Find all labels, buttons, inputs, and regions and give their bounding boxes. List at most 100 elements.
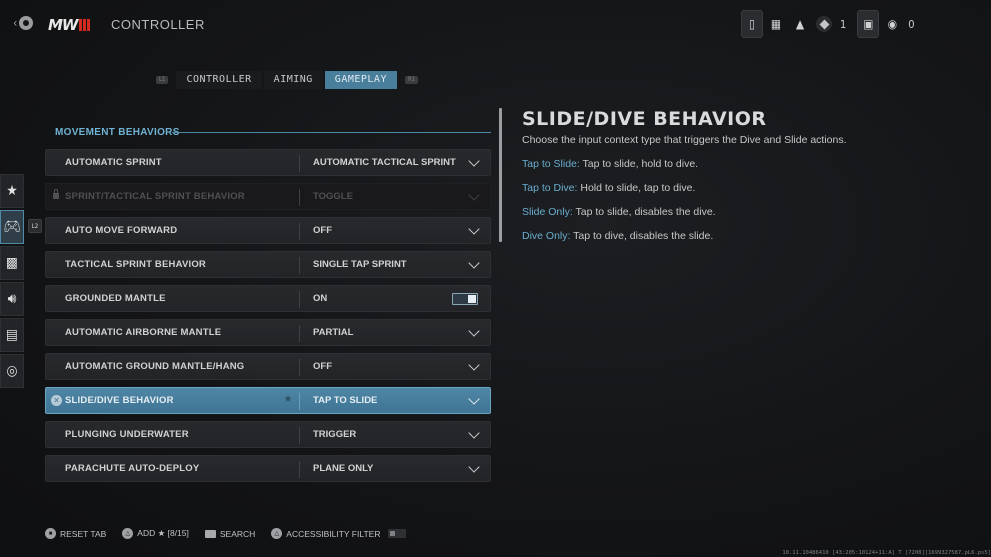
rail-item-favorites[interactable]: ★ xyxy=(0,174,24,208)
chevron-down-icon xyxy=(468,257,480,269)
setting-label: AUTOMATIC AIRBORNE MANTLE xyxy=(65,327,222,338)
setting-row-auto-move-forward[interactable]: AUTO MOVE FORWARD OFF xyxy=(45,217,491,244)
setting-value: AUTOMATIC TACTICAL SPRINT xyxy=(313,157,456,168)
option-key: Tap to Dive: xyxy=(522,182,578,194)
setting-row-sprint-tactical-sprint-behavior: SPRINT/TACTICAL SPRINT BEHAVIOR TOGGLE xyxy=(45,183,491,210)
setting-label: AUTO MOVE FORWARD xyxy=(65,225,178,236)
star-icon: ★ xyxy=(6,183,18,199)
friends-icon[interactable]: ◉ xyxy=(881,12,903,36)
setting-value: ON xyxy=(313,293,328,304)
search-button[interactable]: SEARCH xyxy=(204,528,256,539)
game-logo: MW xyxy=(48,16,91,34)
gamepad-icon: 🎮︎ xyxy=(3,219,21,235)
cross-button-icon: ✕ xyxy=(51,395,62,406)
chevron-down-icon xyxy=(468,325,480,337)
row-divider xyxy=(299,291,300,308)
l2-badge: L2 xyxy=(28,219,42,233)
header: ‹ MW CONTROLLER ▯ ▦ ▲ 1 ▣ ◉ 0 xyxy=(0,0,991,50)
add-favorite-label: ADD ★ [8/15] xyxy=(137,528,189,538)
chevron-left-icon: ‹ xyxy=(13,16,18,30)
player-card-icon[interactable]: ▣ xyxy=(857,10,880,38)
option-key: Tap to Slide: xyxy=(522,158,580,170)
accessibility-filter-toggle[interactable] xyxy=(388,529,407,538)
section-title: MOVEMENT BEHAVIORS xyxy=(55,127,180,138)
list-scrollbar[interactable] xyxy=(499,108,502,242)
row-divider xyxy=(299,461,300,478)
setting-label: PLUNGING UNDERWATER xyxy=(65,429,189,440)
row-divider xyxy=(299,427,300,444)
setting-row-automatic-sprint[interactable]: AUTOMATIC SPRINT AUTOMATIC TACTICAL SPRI… xyxy=(45,149,491,176)
toggle-knob xyxy=(468,295,476,303)
chevron-down-icon xyxy=(468,155,480,167)
speaker-icon: 🔊︎ xyxy=(7,291,17,307)
setting-row-parachute-auto-deploy[interactable]: PARACHUTE AUTO-DEPLOY PLANE ONLY xyxy=(45,455,491,482)
description-option: Tap to Dive: Hold to slide, tap to dive. xyxy=(522,182,942,194)
tab-bar: L1 CONTROLLER AIMING GAMEPLAY R1 xyxy=(150,71,424,89)
rail-item-controller[interactable]: 🎮︎ xyxy=(0,210,24,244)
rail-item-interface[interactable]: ▤ xyxy=(0,318,24,352)
row-divider xyxy=(299,325,300,342)
setting-label: SPRINT/TACTICAL SPRINT BEHAVIOR xyxy=(65,191,245,202)
grounded-mantle-toggle[interactable] xyxy=(452,293,478,305)
description-panel: SLIDE/DIVE BEHAVIOR Choose the input con… xyxy=(522,108,942,242)
option-key: Slide Only: xyxy=(522,206,573,218)
page-title: CONTROLLER xyxy=(111,17,205,32)
setting-label: PARACHUTE AUTO-DEPLOY xyxy=(65,463,200,474)
settings-list: AUTOMATIC SPRINT AUTOMATIC TACTICAL SPRI… xyxy=(45,149,491,489)
option-text: Tap to slide, disables the dive. xyxy=(572,206,716,218)
accessibility-filter-button[interactable]: △ ACCESSIBILITY FILTER xyxy=(271,528,407,539)
tab-controller[interactable]: CONTROLLER xyxy=(176,71,262,89)
square-button-icon: ■ xyxy=(45,528,56,539)
accessibility-filter-label: ACCESSIBILITY FILTER xyxy=(286,528,381,539)
row-divider xyxy=(299,393,300,410)
search-label: SEARCH xyxy=(219,528,256,539)
setting-row-grounded-mantle[interactable]: GROUNDED MANTLE ON xyxy=(45,285,491,312)
setting-value: OFF xyxy=(313,225,332,236)
row-divider xyxy=(299,189,300,206)
description-title: SLIDE/DIVE BEHAVIOR xyxy=(522,108,767,130)
setting-label: AUTOMATIC GROUND MANTLE/HANG xyxy=(65,361,245,372)
setting-label: AUTOMATIC SPRINT xyxy=(65,157,162,168)
setting-value: TAP TO SLIDE xyxy=(313,395,378,406)
rail-item-audio[interactable]: 🔊︎ xyxy=(0,282,24,316)
row-divider xyxy=(299,155,300,172)
option-text: Tap to dive, disables the slide. xyxy=(570,230,714,242)
notification-bell-icon[interactable]: ▲ xyxy=(789,12,811,36)
grid-menu-icon[interactable]: ▦ xyxy=(765,12,787,36)
tab-gameplay[interactable]: GAMEPLAY xyxy=(324,71,397,89)
display-icon: ▩ xyxy=(6,255,18,271)
option-key: Dive Only: xyxy=(522,230,571,242)
description-option: Slide Only: Tap to slide, disables the d… xyxy=(522,206,942,218)
setting-value: PARTIAL xyxy=(313,327,354,338)
rail-item-network[interactable]: ◎ xyxy=(0,354,24,388)
controller-battery-icon[interactable]: ▯ xyxy=(741,10,763,38)
rail-item-graphics[interactable]: ▩ xyxy=(0,246,24,280)
setting-row-automatic-airborne-mantle[interactable]: AUTOMATIC AIRBORNE MANTLE PARTIAL xyxy=(45,319,491,346)
layout-icon: ▤ xyxy=(6,327,18,343)
chevron-down-icon xyxy=(468,393,480,405)
setting-row-plunging-underwater[interactable]: PLUNGING UNDERWATER TRIGGER xyxy=(45,421,491,448)
setting-row-automatic-ground-mantle-hang[interactable]: AUTOMATIC GROUND MANTLE/HANG OFF xyxy=(45,353,491,380)
logo-text: MW xyxy=(48,16,79,34)
chevron-down-icon xyxy=(468,223,480,235)
footer-actions: ■ RESET TAB △ ADD ★ [8/15] SEARCH △ ACCE… xyxy=(45,528,407,539)
back-button[interactable]: ‹ xyxy=(13,16,34,30)
description-option: Dive Only: Tap to dive, disables the sli… xyxy=(522,230,942,242)
settings-category-rail: ★ 🎮︎ ▩ 🔊︎ ▤ ◎ L2 xyxy=(0,174,42,390)
network-tower-icon: ◎ xyxy=(6,363,18,379)
setting-row-tactical-sprint-behavior[interactable]: TACTICAL SPRINT BEHAVIOR SINGLE TAP SPRI… xyxy=(45,251,491,278)
setting-row-slide-dive-behavior[interactable]: ✕ SLIDE/DIVE BEHAVIOR ★ TAP TO SLIDE xyxy=(45,387,491,414)
logo-iii-mark xyxy=(79,19,91,31)
lock-icon xyxy=(53,189,59,199)
triangle-button-icon: △ xyxy=(271,528,283,539)
description-option: Tap to Slide: Tap to slide, hold to dive… xyxy=(522,158,942,170)
tab-aiming[interactable]: AIMING xyxy=(263,71,323,89)
build-string: 10.11.10486410 [43:205:10124+11:A] T [72… xyxy=(782,550,991,556)
favorite-star-icon[interactable]: ★ xyxy=(284,394,292,405)
reset-tab-button[interactable]: ■ RESET TAB xyxy=(45,528,106,539)
row-divider xyxy=(299,257,300,274)
row-divider xyxy=(299,359,300,376)
rank-count: 1 xyxy=(840,17,847,31)
prestige-rank-icon[interactable] xyxy=(813,12,835,36)
add-favorite-button[interactable]: △ ADD ★ [8/15] xyxy=(122,528,189,539)
